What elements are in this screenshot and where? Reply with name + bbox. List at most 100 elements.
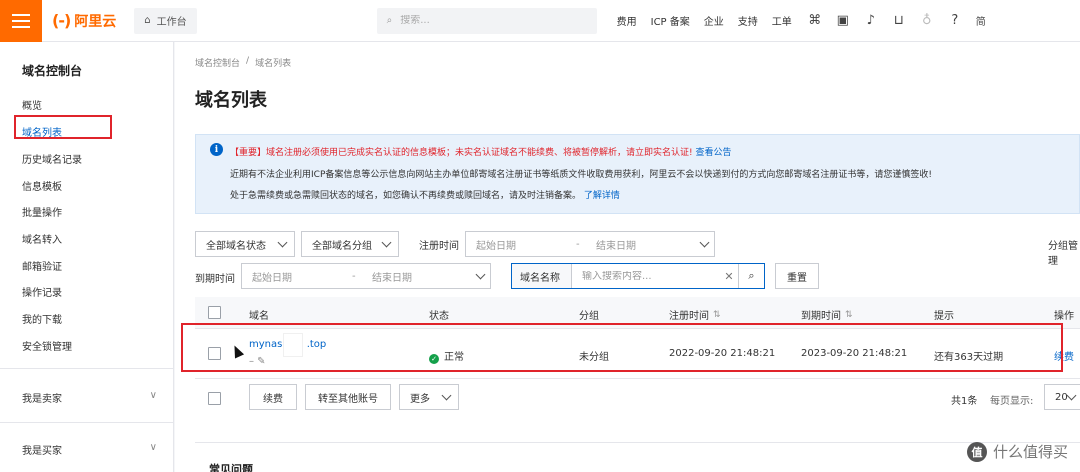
sidebar-highlight-box: [14, 115, 112, 139]
top-link-ticket[interactable]: 工单: [772, 13, 792, 28]
cloud-shell-icon[interactable]: ⌘: [808, 13, 822, 28]
breadcrumb-current: 域名列表: [255, 59, 292, 69]
sidebar-divider: [0, 368, 174, 369]
reset-button[interactable]: 重置: [775, 263, 819, 289]
breadcrumb-separator: /: [246, 56, 250, 66]
sidebar-item-history[interactable]: 历史域名记录: [22, 151, 82, 166]
sidebar-group-buyer[interactable]: 我是买家 ∨: [22, 442, 157, 457]
breadcrumb: 域名控制台 / 域名列表: [195, 56, 291, 69]
sidebar-item-templates[interactable]: 信息模板: [22, 178, 62, 193]
home-icon: ⌂: [144, 15, 151, 26]
sort-icon: ⇅: [845, 309, 853, 320]
top-link-support[interactable]: 支持: [738, 13, 758, 28]
sidebar-item-security-lock[interactable]: 安全锁管理: [22, 338, 72, 353]
status-filter-select[interactable]: 全部域名状态: [195, 231, 295, 257]
notice-line-fraud: 近期有不法企业利用ICP备案信息等公示信息向网站主办单位邮寄域名注册证书等纸质文…: [230, 170, 932, 180]
clear-icon[interactable]: ✕: [720, 270, 738, 283]
sidebar-item-operation-log[interactable]: 操作记录: [22, 284, 62, 299]
group-manage-link[interactable]: 分组管理: [1048, 237, 1080, 267]
chevron-down-icon: [475, 269, 485, 279]
bulk-more-select[interactable]: 更多: [399, 384, 459, 410]
workbench-button[interactable]: ⌂ 工作台: [134, 7, 197, 34]
sidebar: 域名控制台 概览 域名列表 历史域名记录 信息模板 批量操作 域名转入 邮箱验证…: [0, 42, 174, 472]
col-domain: 域名: [249, 311, 269, 322]
chevron-down-icon: [381, 237, 392, 247]
total-count: 共1条: [951, 396, 978, 407]
aliyun-logo-icon: (-): [52, 11, 71, 30]
sidebar-title: 域名控制台: [22, 64, 83, 78]
chevron-down-icon: [277, 237, 288, 247]
hamburger-menu-button[interactable]: [0, 0, 42, 42]
faq-title: 常见问题: [209, 463, 253, 472]
help-icon[interactable]: ?: [948, 13, 962, 28]
bulk-transfer-button[interactable]: 转至其他账号: [305, 384, 391, 410]
breadcrumb-console[interactable]: 域名控制台: [195, 56, 240, 69]
col-action: 操作: [1054, 311, 1074, 322]
chevron-down-icon: [441, 390, 452, 400]
global-search[interactable]: ⌕: [376, 7, 597, 34]
page-title: 域名列表: [195, 90, 267, 111]
faq-section: 常见问题: [195, 442, 1080, 472]
expire-date-range[interactable]: 起始日期 - 结束日期: [241, 263, 491, 289]
page-size-label: 每页显示:: [990, 396, 1034, 407]
top-icons: ⌘ ▣ ♪ ⊔ ♁ ? 简: [808, 13, 986, 28]
select-all-checkbox[interactable]: [208, 306, 221, 319]
sort-icon: ⇅: [713, 309, 721, 320]
notice-line-important: 【重要】域名注册必须使用已完成实名认证的信息模板；未实名认证域名不能续费、将被暂…: [230, 148, 732, 158]
col-status: 状态: [429, 311, 449, 322]
chevron-down-icon: ∨: [149, 390, 157, 401]
aliyun-logo[interactable]: (-) 阿里云: [52, 11, 116, 31]
global-search-input[interactable]: [400, 15, 571, 26]
sidebar-item-overview[interactable]: 概览: [22, 97, 42, 112]
search-field-select[interactable]: 域名名称: [512, 264, 572, 288]
sidebar-item-batch[interactable]: 批量操作: [22, 204, 62, 219]
chevron-down-icon: [699, 237, 709, 247]
expire-start-date[interactable]: 起始日期: [242, 269, 352, 284]
notice-line-renew: 处于急需续费或急需赎回状态的域名，如您确认不再续费或赎回域名，请及时注销备案。 …: [230, 191, 620, 201]
lightbulb-icon[interactable]: ♁: [920, 13, 934, 28]
top-link-icp[interactable]: ICP 备案: [651, 13, 690, 28]
top-link-billing[interactable]: 费用: [617, 13, 637, 28]
search-icon: ⌕: [748, 269, 755, 282]
row-highlight-box: [181, 323, 1063, 372]
notice-link-announcement[interactable]: 查看公告: [696, 148, 732, 158]
reg-start-date[interactable]: 起始日期: [466, 237, 576, 252]
notice-link-details[interactable]: 了解详情: [584, 191, 620, 201]
terminal-icon[interactable]: ▣: [836, 13, 850, 28]
top-link-enterprise[interactable]: 企业: [704, 13, 724, 28]
watermark: 值 什么值得买: [966, 441, 1068, 462]
page-size-select[interactable]: 20: [1044, 384, 1080, 410]
sidebar-divider: [0, 422, 174, 423]
col-tip: 提示: [934, 311, 954, 322]
bell-icon[interactable]: ♪: [864, 13, 878, 28]
col-expire-time[interactable]: 到期时间 ⇅: [801, 307, 853, 323]
sidebar-item-transfer-in[interactable]: 域名转入: [22, 231, 62, 246]
col-group: 分组: [579, 311, 599, 322]
reg-end-date[interactable]: 结束日期: [596, 237, 694, 252]
expire-time-label: 到期时间: [195, 274, 235, 285]
redaction-patch: [283, 333, 303, 357]
domain-search-combo: 域名名称 ✕ ⌕: [511, 263, 765, 289]
group-filter-select[interactable]: 全部域名分组: [301, 231, 399, 257]
info-icon: i: [210, 143, 223, 156]
search-icon: ⌕: [386, 15, 393, 26]
sidebar-item-email-verify[interactable]: 邮箱验证: [22, 258, 62, 273]
reg-time-label: 注册时间: [419, 241, 459, 252]
watermark-logo-icon: 值: [966, 441, 987, 462]
cart-icon[interactable]: ⊔: [892, 13, 906, 28]
chevron-down-icon: [1066, 390, 1077, 400]
top-links: 费用 ICP 备案 企业 支持 工单: [617, 13, 792, 28]
language-switch[interactable]: 简: [976, 13, 986, 28]
sidebar-item-downloads[interactable]: 我的下载: [22, 311, 62, 326]
expire-end-date[interactable]: 结束日期: [372, 269, 470, 284]
bulk-renew-button[interactable]: 续费: [249, 384, 297, 410]
notice-banner: i 【重要】域名注册必须使用已完成实名认证的信息模板；未实名认证域名不能续费、将…: [195, 134, 1080, 214]
domain-search-input[interactable]: [582, 270, 720, 282]
sidebar-group-seller[interactable]: 我是卖家 ∨: [22, 390, 157, 405]
reg-date-range[interactable]: 起始日期 - 结束日期: [465, 231, 715, 257]
top-bar: (-) 阿里云 ⌂ 工作台 ⌕ 费用 ICP 备案 企业 支持 工单 ⌘ ▣ ♪…: [0, 0, 1080, 42]
col-reg-time[interactable]: 注册时间 ⇅: [669, 307, 721, 323]
bulk-action-bar: 续费 转至其他账号 更多 共1条 每页显示: 20: [195, 378, 1080, 418]
search-button[interactable]: ⌕: [738, 264, 764, 288]
bulk-select-checkbox[interactable]: [208, 392, 221, 405]
